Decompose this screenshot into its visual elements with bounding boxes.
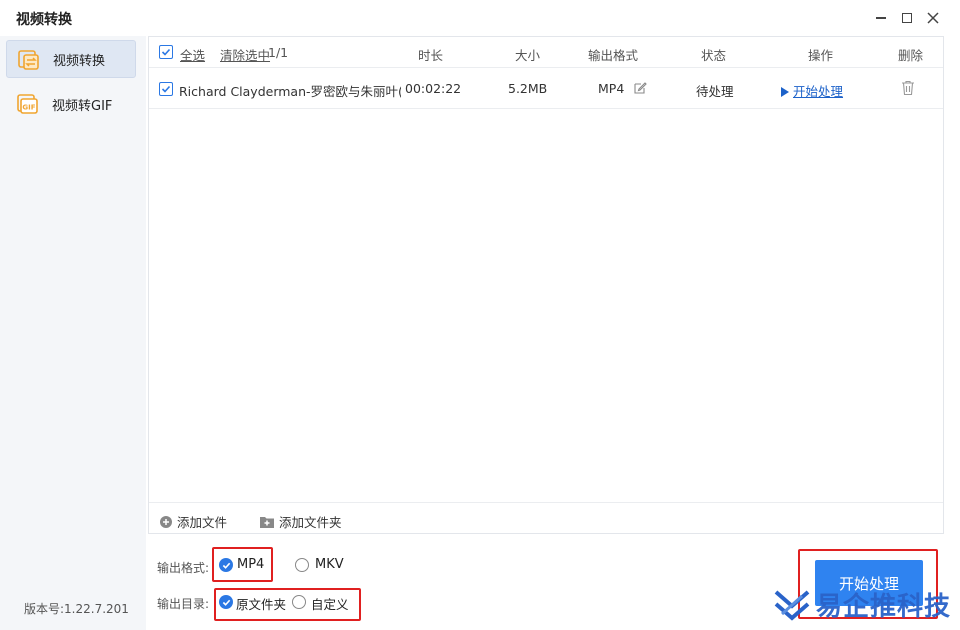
start-process-link[interactable]: 开始处理 (781, 81, 843, 100)
version-label: 版本号:1.22.7.201 (24, 602, 129, 616)
table-header: 全选 清除选中 1/1 时长 大小 输出格式 状态 操作 删除 (149, 37, 943, 68)
select-all-link[interactable]: 全选 (180, 45, 205, 64)
minimize-button[interactable] (871, 8, 891, 28)
file-duration: 00:02:22 (405, 81, 462, 96)
close-icon (927, 12, 939, 24)
dir-original-radio[interactable] (219, 595, 233, 609)
file-list-panel: 全选 清除选中 1/1 时长 大小 输出格式 状态 操作 删除 Richard … (148, 36, 944, 534)
dir-custom-radio[interactable] (292, 595, 306, 609)
table-row: Richard Clayderman-罗密欧与朱丽叶(... 00:02:22 … (149, 69, 943, 109)
check-icon (161, 85, 171, 93)
watermark: 易企推科技 (772, 582, 958, 626)
close-button[interactable] (923, 8, 943, 28)
sidebar-item-video-to-gif[interactable]: GIF 视频转GIF (6, 85, 136, 123)
panel-footer: 添加文件 添加文件夹 (149, 502, 943, 534)
sidebar-item-label: 视频转换 (53, 53, 106, 69)
window-title: 视频转换 (16, 12, 72, 28)
check-icon (161, 48, 171, 56)
format-mkv-label: MKV (315, 557, 344, 572)
title-bar: 视频转换 (0, 0, 960, 36)
format-mp4-radio[interactable] (219, 558, 233, 572)
start-process-label: 开始处理 (793, 84, 844, 99)
maximize-button[interactable] (897, 8, 917, 28)
row-checkbox[interactable] (159, 82, 173, 96)
check-icon (222, 599, 230, 606)
edit-format-button[interactable] (633, 81, 647, 98)
delete-button[interactable] (901, 80, 915, 99)
video-convert-icon (17, 47, 41, 71)
file-format: MP4 (598, 81, 625, 96)
column-size: 大小 (515, 48, 541, 63)
format-mkv-radio[interactable] (295, 558, 309, 572)
selected-count: 1/1 (268, 45, 289, 60)
folder-plus-icon (260, 516, 274, 528)
edit-icon (634, 82, 647, 94)
sidebar-item-label: 视频转GIF (52, 98, 113, 114)
column-duration: 时长 (418, 48, 444, 63)
file-size: 5.2MB (508, 81, 548, 96)
file-name: Richard Clayderman-罗密欧与朱丽叶(... (179, 84, 401, 99)
column-status: 状态 (701, 48, 727, 63)
sidebar-item-video-convert[interactable]: 视频转换 (6, 40, 136, 78)
watermark-text: 易企推科技 (816, 591, 952, 622)
column-format: 输出格式 (588, 48, 639, 63)
output-format-label: 输出格式: (157, 561, 210, 575)
column-delete: 删除 (898, 48, 924, 63)
format-mp4-label: MP4 (237, 557, 265, 572)
add-folder-button[interactable]: 添加文件夹 (259, 512, 342, 531)
gif-icon: GIF (16, 92, 40, 116)
add-file-button[interactable]: 添加文件 (159, 512, 227, 531)
plus-circle-icon (160, 515, 172, 528)
trash-icon (902, 80, 914, 96)
watermark-logo-icon (774, 590, 810, 621)
dir-original-label: 原文件夹 (236, 597, 287, 612)
select-all-checkbox[interactable] (159, 45, 173, 59)
maximize-icon (902, 13, 912, 23)
dir-custom-label: 自定义 (311, 597, 349, 612)
svg-text:GIF: GIF (22, 104, 35, 112)
file-status: 待处理 (696, 84, 734, 99)
clear-selected-link[interactable]: 清除选中 (220, 45, 270, 64)
play-icon (781, 87, 789, 97)
column-action: 操作 (808, 48, 834, 63)
output-dir-label: 输出目录: (157, 597, 210, 611)
check-icon (222, 562, 230, 569)
sidebar: 视频转换 GIF 视频转GIF 版本号:1.22.7.201 (0, 36, 146, 630)
add-file-label: 添加文件 (177, 515, 228, 530)
minimize-icon (876, 17, 886, 19)
add-folder-label: 添加文件夹 (279, 515, 342, 530)
